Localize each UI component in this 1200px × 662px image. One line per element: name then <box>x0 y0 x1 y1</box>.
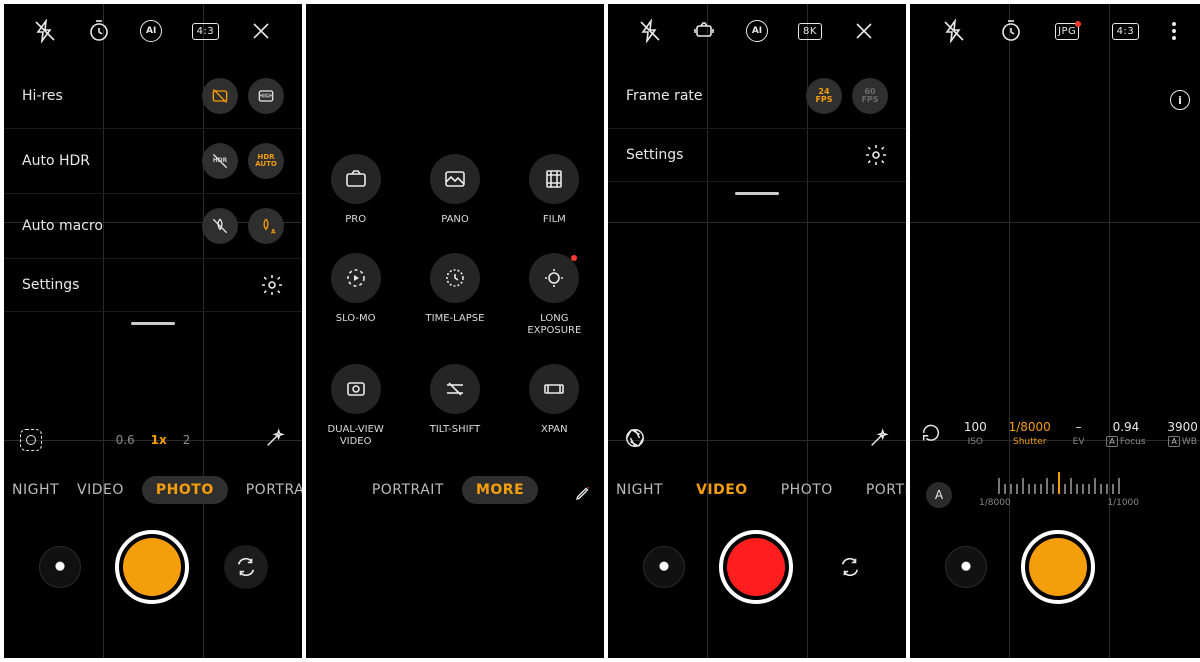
zoom-picker[interactable]: 0.6 1x 2 <box>116 433 191 447</box>
chip-fps24[interactable]: 24FPS <box>806 78 842 114</box>
chip-hires-off[interactable] <box>202 78 238 114</box>
aspect-ratio-chip[interactable]: 4:3 <box>1112 23 1140 40</box>
aspect-ratio-chip[interactable]: 4:3 <box>192 23 220 40</box>
chip-fps60[interactable]: 60FPS <box>852 78 888 114</box>
last-shot-thumbnail[interactable] <box>39 546 81 588</box>
reset-icon[interactable] <box>920 422 942 444</box>
more-pano[interactable]: PANO <box>430 154 480 227</box>
zoom-row <box>608 422 906 458</box>
screen-pro: JPG 4:3 i 100ISO 1/8000Shutter –EV 0.94 … <box>910 4 1200 658</box>
row-hires: Hi-res HIGH <box>4 64 302 129</box>
screen-video: AI 8K Frame rate 24FPS 60FPS Settings <box>608 4 906 658</box>
close-icon[interactable] <box>852 19 876 43</box>
switch-camera-button[interactable] <box>828 545 872 589</box>
pro-focus[interactable]: 0.94 AFocus <box>1106 420 1145 447</box>
shutter-row <box>608 522 906 612</box>
shutter-row <box>910 522 1200 612</box>
svg-text:A: A <box>271 230 276 236</box>
row-settings[interactable]: Settings <box>608 129 906 182</box>
topbar: AI 8K <box>608 4 906 58</box>
more-tiltshift[interactable]: TILT-SHIFT <box>430 364 481 449</box>
format-jpg-chip[interactable]: JPG <box>1055 23 1079 40</box>
flash-off-icon[interactable] <box>942 19 966 43</box>
drawer-drag-handle[interactable] <box>608 182 906 205</box>
row-framerate: Frame rate 24FPS 60FPS <box>608 64 906 129</box>
chip-hdr-off[interactable]: HDR <box>202 143 238 179</box>
shutter-row <box>4 522 302 612</box>
mode-strip[interactable]: NIGHT VIDEO PHOTO PORTRAIT <box>608 470 906 510</box>
chip-hires-on[interactable]: HIGH <box>248 78 284 114</box>
quick-settings-drawer: Frame rate 24FPS 60FPS Settings <box>608 64 906 205</box>
drawer-drag-handle[interactable] <box>4 312 302 335</box>
row-autohdr: Auto HDR HDR HDRAUTO <box>4 129 302 194</box>
shutter-ruler[interactable]: 1/80001/1000 <box>910 474 1200 520</box>
settings-gear-icon <box>864 143 888 167</box>
last-shot-thumbnail[interactable] <box>945 546 987 588</box>
quick-settings-drawer: Hi-res HIGH Auto HDR HDR HDRAUTO <box>4 64 302 335</box>
row-automacro: Auto macro A <box>4 194 302 259</box>
chip-macro-off[interactable] <box>202 208 238 244</box>
mode-active[interactable]: PHOTO <box>142 476 228 504</box>
screen-photo: AI 4:3 Hi-res HIGH Auto HDR HDR <box>4 4 302 658</box>
ai-icon[interactable]: AI <box>746 20 768 42</box>
svg-text:HIGH: HIGH <box>259 94 273 100</box>
pro-shutter[interactable]: 1/8000Shutter <box>1009 420 1051 447</box>
shutter-photo[interactable] <box>1021 530 1095 604</box>
more-film[interactable]: FILM <box>529 154 579 227</box>
more-longexposure[interactable]: LONG EXPOSURE <box>527 253 581 338</box>
chip-hdr-auto[interactable]: HDRAUTO <box>248 143 284 179</box>
pro-wb[interactable]: 3900 AWB <box>1167 420 1198 447</box>
ai-icon[interactable]: AI <box>140 20 162 42</box>
mode-strip[interactable]: NIGHT VIDEO PHOTO PORTRAIT MORE <box>4 470 302 510</box>
more-modes-grid: PRO PANO FILM SLO-MO TIME-LAPSE LONG EXP… <box>306 154 604 449</box>
aperture-icon[interactable] <box>624 427 646 453</box>
screen-more: PRO PANO FILM SLO-MO TIME-LAPSE LONG EXP… <box>306 4 604 658</box>
settings-gear-icon <box>260 273 284 297</box>
timer-icon[interactable] <box>87 19 111 43</box>
flash-off-icon[interactable] <box>33 19 57 43</box>
chip-macro-auto[interactable]: A <box>248 208 284 244</box>
filters-wand-icon[interactable] <box>264 427 286 453</box>
row-settings[interactable]: Settings <box>4 259 302 312</box>
google-lens-icon[interactable] <box>20 429 42 451</box>
topbar: JPG 4:3 <box>910 4 1200 58</box>
overflow-menu-icon[interactable] <box>1172 22 1176 40</box>
timer-icon[interactable] <box>999 19 1023 43</box>
switch-camera-button[interactable] <box>224 545 268 589</box>
stabilization-icon[interactable] <box>692 19 716 43</box>
pro-ev[interactable]: –EV <box>1073 420 1085 447</box>
resolution-chip[interactable]: 8K <box>798 23 822 40</box>
edit-modes-icon[interactable] <box>574 484 592 506</box>
shutter-record[interactable] <box>719 530 793 604</box>
zoom-row: 0.6 1x 2 <box>4 422 302 458</box>
info-icon[interactable]: i <box>1170 90 1190 110</box>
flash-off-icon[interactable] <box>638 19 662 43</box>
close-icon[interactable] <box>249 19 273 43</box>
pro-iso[interactable]: 100ISO <box>964 420 987 447</box>
shutter-photo[interactable] <box>115 530 189 604</box>
auto-button[interactable]: A <box>926 482 952 508</box>
mode-strip[interactable]: PORTRAIT MORE <box>306 470 604 510</box>
last-shot-thumbnail[interactable] <box>643 546 685 588</box>
filters-wand-icon[interactable] <box>868 427 890 453</box>
more-pro[interactable]: PRO <box>331 154 381 227</box>
more-slomo[interactable]: SLO-MO <box>331 253 381 338</box>
pro-params-strip: 100ISO 1/8000Shutter –EV 0.94 AFocus 390… <box>910 408 1200 458</box>
topbar: AI 4:3 <box>4 4 302 58</box>
more-timelapse[interactable]: TIME-LAPSE <box>426 253 485 338</box>
more-xpan[interactable]: XPAN <box>529 364 579 449</box>
more-dualview[interactable]: DUAL-VIEW VIDEO <box>328 364 384 449</box>
